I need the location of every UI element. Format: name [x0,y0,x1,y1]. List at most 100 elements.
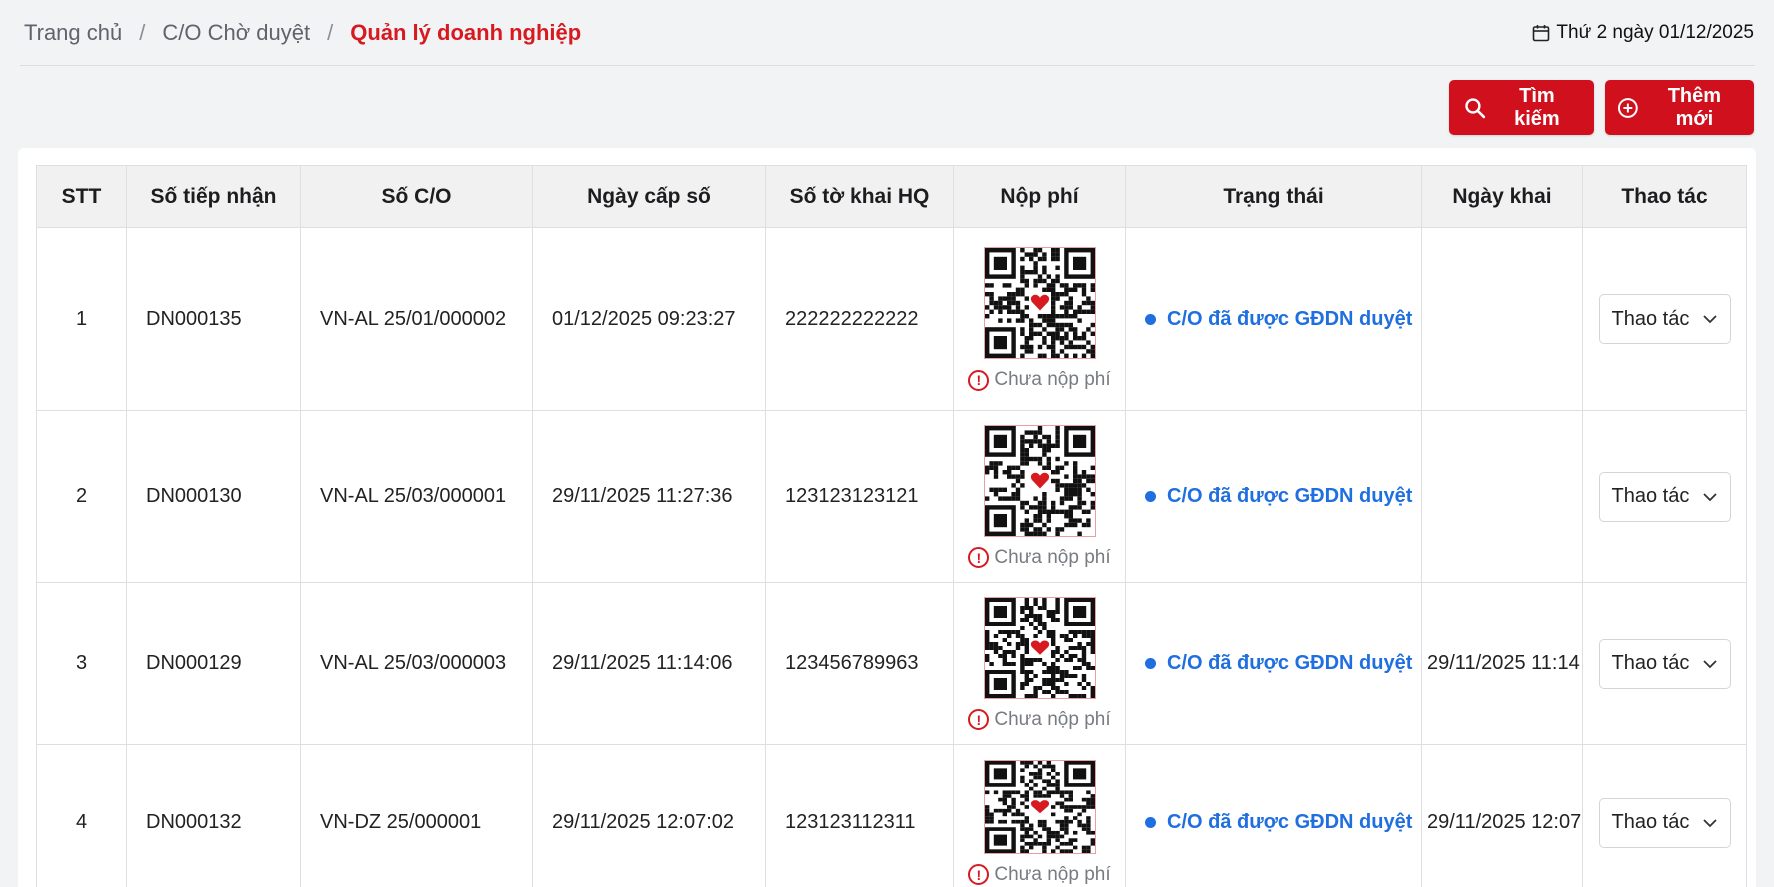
plus-circle-icon [1617,97,1638,118]
col-header-ngay-khai: Ngày khai [1421,165,1583,228]
action-dropdown-label: Thao tác [1611,485,1690,507]
chevron-down-icon [1702,492,1717,501]
table-header-row: STT Số tiếp nhận Số C/O Ngày cấp số Số t… [36,165,1747,228]
status-dot-icon [1145,817,1156,828]
cell-thao-tac: Thao tác [1582,744,1747,887]
cell-so-co: VN-AL 25/01/000002 [300,227,533,411]
cell-nop-phi: ! Chưa nộp phí [953,744,1126,887]
cell-trang-thai: C/O đã được GĐDN duyệt [1125,744,1422,887]
cell-so-tiep-nhan: DN000130 [126,410,301,583]
col-header-so-tiep-nhan: Số tiếp nhận [126,165,301,228]
cell-stt: 1 [36,227,127,411]
cell-nop-phi: ! Chưa nộp phí [953,410,1126,583]
action-dropdown-label: Thao tác [1611,307,1690,330]
cell-so-co: VN-AL 25/03/000001 [300,410,533,583]
payment-qr-code[interactable] [983,596,1096,699]
calendar-icon [1533,24,1550,41]
breadcrumb-current: Quản lý doanh nghiệp [350,19,582,45]
col-header-thao-tac: Thao tác [1582,165,1747,228]
breadcrumb-home[interactable]: Trang chủ [24,20,122,46]
col-header-so-to-khai: Số tờ khai HQ [765,165,954,228]
status-text: C/O đã được GĐDN duyệt [1167,307,1413,330]
cell-so-co: VN-AL 25/03/000003 [300,582,533,745]
breadcrumb-separator: / [139,19,146,45]
payment-qr-code[interactable] [983,759,1096,854]
col-header-stt: STT [36,165,127,228]
table-row: 2 DN000130 VN-AL 25/03/000001 29/11/2025… [36,410,1747,583]
cell-trang-thai: C/O đã được GĐDN duyệt [1125,582,1422,745]
fee-status: Chưa nộp phí [994,863,1111,885]
error-icon: ! [968,864,990,885]
cell-so-tiep-nhan: DN000129 [126,582,301,745]
cell-so-tiep-nhan: DN000132 [126,744,301,887]
breadcrumb-pending[interactable]: C/O Chờ duyệt [162,20,310,46]
col-header-trang-thai: Trạng thái [1125,165,1422,228]
search-icon [1465,97,1486,118]
cell-trang-thai: C/O đã được GĐDN duyệt [1125,410,1422,583]
cell-so-to-khai: 123456789963 [765,582,954,745]
status-dot-icon [1145,313,1156,325]
add-button[interactable]: Thêm mới [1605,80,1754,135]
table-row: 3 DN000129 VN-AL 25/03/000003 29/11/2025… [36,582,1747,745]
cell-thao-tac: Thao tác [1582,410,1747,583]
cell-ngay-khai [1421,410,1583,583]
table-card: STT Số tiếp nhận Số C/O Ngày cấp số Số t… [18,148,1756,887]
cell-stt: 2 [36,410,127,583]
cell-stt: 3 [36,582,127,745]
error-icon: ! [968,369,990,391]
cell-ngay-cap-so: 29/11/2025 12:07:02 [532,744,766,887]
cell-so-to-khai: 123123112311 [765,744,954,887]
cell-so-co: VN-DZ 25/000001 [300,744,533,887]
action-dropdown-label: Thao tác [1611,652,1690,674]
action-dropdown-label: Thao tác [1611,811,1690,833]
status-dot-icon [1145,658,1156,669]
table-row: 4 DN000132 VN-DZ 25/000001 29/11/2025 12… [36,744,1747,887]
cell-nop-phi: ! Chưa nộp phí [953,582,1126,745]
status-dot-icon [1145,491,1156,502]
cell-thao-tac: Thao tác [1582,582,1747,745]
cell-ngay-khai: 29/11/2025 11:14 [1421,582,1583,745]
error-icon: ! [968,547,990,568]
status-text: C/O đã được GĐDN duyệt [1167,811,1413,833]
fee-status: Chưa nộp phí [994,546,1111,568]
top-bar: Trang chủ / C/O Chờ duyệt / Quản lý doan… [20,0,1755,66]
cell-ngay-cap-so: 01/12/2025 09:23:27 [532,227,766,411]
action-dropdown[interactable]: Thao tác [1598,471,1731,522]
cell-stt: 4 [36,744,127,887]
date-text: Thứ 2 ngày 01/12/2025 [1556,21,1754,43]
action-dropdown[interactable]: Thao tác [1598,638,1731,689]
co-table: STT Số tiếp nhận Số C/O Ngày cấp số Số t… [36,165,1747,887]
action-dropdown[interactable]: Thao tác [1598,797,1731,848]
current-date: Thứ 2 ngày 01/12/2025 [1532,22,1755,44]
search-button[interactable]: Tìm kiếm [1449,80,1594,135]
cell-so-to-khai: 123123123121 [765,410,954,583]
cell-ngay-cap-so: 29/11/2025 11:27:36 [532,410,766,583]
col-header-nop-phi: Nộp phí [953,165,1126,228]
cell-ngay-khai: 29/11/2025 12:07 [1421,744,1583,887]
cell-nop-phi: ! Chưa nộp phí [953,227,1126,411]
cell-so-tiep-nhan: DN000135 [126,227,301,411]
add-button-label: Thêm mới [1667,84,1722,130]
breadcrumb-separator: / [327,19,334,45]
fee-status: Chưa nộp phí [994,369,1111,390]
chevron-down-icon [1702,659,1717,668]
payment-qr-code[interactable] [983,424,1096,537]
cell-ngay-cap-so: 29/11/2025 11:14:06 [532,582,766,745]
cell-thao-tac: Thao tác [1582,227,1747,411]
cell-so-to-khai: 222222222222 [765,227,954,411]
status-text: C/O đã được GĐDN duyệt [1167,485,1413,507]
table-row: 1 DN000135 VN-AL 25/01/000002 01/12/2025… [36,227,1747,411]
fee-status: Chưa nộp phí [994,708,1111,730]
search-button-label: Tìm kiếm [1514,84,1560,130]
error-icon: ! [968,709,990,730]
payment-qr-code[interactable] [983,247,1096,359]
status-text: C/O đã được GĐDN duyệt [1167,652,1413,674]
cell-ngay-khai [1421,227,1583,411]
toolbar: Tìm kiếm Thêm mới [1449,80,1754,135]
cell-trang-thai: C/O đã được GĐDN duyệt [1125,227,1422,411]
breadcrumb: Trang chủ / C/O Chờ duyệt / Quản lý doan… [20,20,581,46]
col-header-so-co: Số C/O [300,165,533,228]
action-dropdown[interactable]: Thao tác [1598,294,1731,344]
col-header-ngay-cap-so: Ngày cấp số [532,165,766,228]
chevron-down-icon [1702,315,1717,324]
